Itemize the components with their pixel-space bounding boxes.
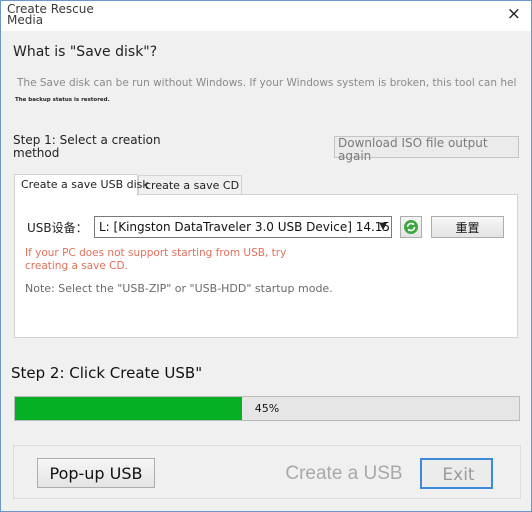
progress-bar: 45%	[14, 396, 520, 421]
exit-button[interactable]: Exit	[420, 458, 493, 489]
create-usb-button[interactable]: Create a USB	[275, 459, 413, 489]
step2-label: Step 2: Click Create USB"	[11, 364, 203, 382]
tab-create-usb[interactable]: Create a save USB disk	[14, 174, 149, 196]
create-rescue-media-dialog: Create Rescue Media × What is "Save disk…	[0, 0, 532, 512]
step1-label: Step 1: Select a creation method	[13, 133, 161, 160]
reset-button[interactable]: 重置	[431, 216, 504, 238]
backup-status-text: The backup status is restored.	[15, 97, 110, 103]
close-icon[interactable]: ×	[507, 4, 521, 24]
refresh-icon	[404, 220, 418, 234]
window-title: Create Rescue Media	[7, 2, 94, 27]
usb-boot-warning: If your PC does not support starting fro…	[25, 247, 287, 272]
download-iso-button[interactable]: Download ISO file output again	[334, 136, 519, 163]
startup-mode-note: Note: Select the "USB-ZIP" or "USB-HDD" …	[25, 282, 333, 295]
popup-usb-button[interactable]: Pop-up USB	[37, 458, 155, 488]
usb-device-label: USB设备：	[27, 221, 88, 235]
refresh-button[interactable]	[400, 216, 422, 238]
save-disk-heading: What is "Save disk"?	[13, 44, 158, 60]
progress-percent: 45%	[254, 402, 280, 415]
method-tabs: Create a save USB disk create a save CD	[14, 173, 518, 196]
usb-tab-panel: USB设备： L: [Kingston DataTraveler 3.0 USB…	[14, 194, 518, 338]
usb-device-value: L: [Kingston DataTraveler 3.0 USB Device…	[99, 220, 391, 234]
usb-device-select[interactable]: L: [Kingston DataTraveler 3.0 USB Device…	[94, 216, 392, 238]
tab-create-cd[interactable]: create a save CD	[138, 175, 242, 195]
description-scrollbar[interactable]	[508, 75, 517, 95]
title-bar: Create Rescue Media ×	[1, 1, 531, 31]
dropdown-arrow-icon: ▼	[379, 221, 387, 232]
save-disk-description: The Save disk can be run without Windows…	[17, 77, 517, 89]
